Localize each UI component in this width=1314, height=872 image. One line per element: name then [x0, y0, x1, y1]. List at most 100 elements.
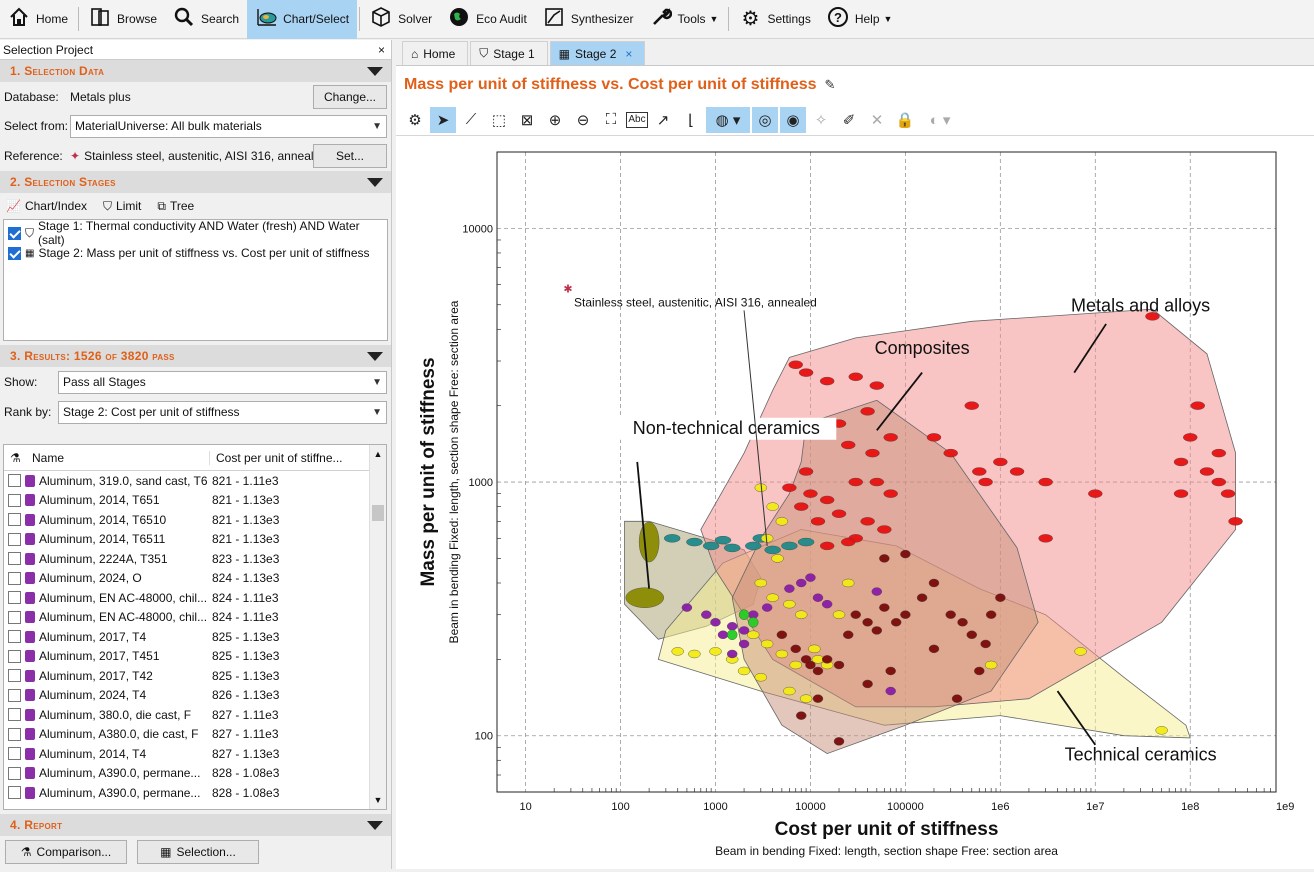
table-row[interactable]: Aluminum, 2014, T4 827 - 1.13e3	[4, 744, 386, 764]
row-checkbox[interactable]	[8, 786, 21, 800]
row-checkbox[interactable]	[8, 571, 21, 585]
tools-button[interactable]: Tools ▼	[642, 0, 727, 39]
limit-button[interactable]: ⛉ Limit	[103, 199, 141, 214]
row-checkbox[interactable]	[8, 552, 21, 566]
stage-item[interactable]: ⛉ Stage 1: Thermal conductivity AND Wate…	[8, 219, 383, 247]
eco-audit-button[interactable]: Eco Audit	[440, 0, 535, 39]
table-row[interactable]: Aluminum, EN AC-48000, chil... 824 - 1.11…	[4, 608, 386, 628]
search-button[interactable]: Search	[165, 0, 247, 39]
row-checkbox[interactable]	[8, 669, 21, 683]
collapse-icon[interactable]	[367, 351, 383, 361]
home-button[interactable]: Home	[0, 0, 76, 39]
label-add-icon[interactable]: ✧	[808, 107, 834, 133]
box-select-icon[interactable]: ⬚	[486, 107, 512, 133]
highlight-icon[interactable]: ◐ ▾	[920, 107, 960, 133]
row-checkbox[interactable]	[8, 708, 21, 722]
zoom-out-icon[interactable]: ⊖	[570, 107, 596, 133]
select-from-dropdown[interactable]: MaterialUniverse: All bulk materials ▼	[70, 114, 387, 138]
collapse-icon[interactable]	[367, 66, 383, 76]
table-row[interactable]: Aluminum, 319.0, sand cast, T6 821 - 1.11…	[4, 471, 386, 491]
section-selection-stages[interactable]: 2. Selection Stages	[0, 171, 391, 193]
hide-icon[interactable]: ◉	[780, 106, 806, 133]
bubble-icon[interactable]: ◎	[752, 106, 778, 133]
row-checkbox[interactable]	[8, 727, 21, 741]
solver-button[interactable]: Solver	[362, 0, 440, 39]
close-icon[interactable]: ×	[625, 47, 632, 61]
row-checkbox[interactable]	[8, 766, 21, 780]
chart-select-button[interactable]: Chart/Select	[247, 0, 358, 39]
line-select-icon[interactable]: ⟋	[458, 107, 484, 133]
chart-canvas[interactable]: 10 100 1000 10000 100000 1e6 1e7 1e8 1e9 100 1000 1…	[396, 136, 1314, 869]
table-row[interactable]: Aluminum, 2014, T6510 821 - 1.13e3	[4, 510, 386, 530]
chart-settings-icon[interactable]: ⚙	[402, 107, 428, 133]
results-scrollbar[interactable]: ▲ ▼	[369, 445, 386, 809]
row-checkbox[interactable]	[8, 591, 21, 605]
column-cost[interactable]: Cost per unit of stiffne...	[210, 451, 343, 465]
stage-checkbox[interactable]	[8, 226, 21, 240]
collapse-icon[interactable]	[367, 177, 383, 187]
table-row[interactable]: Aluminum, 2024, O 824 - 1.13e3	[4, 569, 386, 589]
row-checkbox[interactable]	[8, 688, 21, 702]
collapse-icon[interactable]	[367, 820, 383, 830]
material-name: Aluminum, 2017, T451	[39, 649, 160, 664]
row-checkbox[interactable]	[8, 474, 21, 488]
section-selection-data[interactable]: 1. Selection Data	[0, 60, 391, 82]
envelope-icon[interactable]: ◍ ▾	[706, 106, 750, 133]
row-checkbox[interactable]	[8, 493, 21, 507]
row-checkbox[interactable]	[8, 747, 21, 761]
help-button[interactable]: ? Help ▼	[819, 0, 901, 39]
table-row[interactable]: Aluminum, 2024, T4 826 - 1.13e3	[4, 686, 386, 706]
table-row[interactable]: Aluminum, 2017, T4 825 - 1.13e3	[4, 627, 386, 647]
curve-icon[interactable]: ⌊	[678, 107, 704, 133]
row-checkbox[interactable]	[8, 513, 21, 527]
chart-index-button[interactable]: 📈 Chart/Index	[6, 199, 87, 213]
zoom-fit-icon[interactable]: ⛶	[598, 107, 624, 133]
stage-checkbox[interactable]	[8, 246, 21, 260]
rank-dropdown[interactable]: Stage 2: Cost per unit of stiffness ▼	[58, 400, 387, 424]
scroll-thumb[interactable]	[372, 505, 384, 521]
column-name[interactable]: Name	[32, 450, 210, 465]
tab-stage-2[interactable]: ▦ Stage 2 ×	[549, 41, 646, 65]
table-row[interactable]: Aluminum, 2224A, T351 823 - 1.13e3	[4, 549, 386, 569]
comparison-button[interactable]: ⚗ Comparison...	[5, 840, 127, 864]
tab-home[interactable]: ⌂ Home	[402, 41, 469, 65]
selection-report-button[interactable]: ▦ Selection...	[137, 840, 259, 864]
change-button[interactable]: Change...	[313, 85, 387, 109]
row-checkbox[interactable]	[8, 649, 21, 663]
tab-stage-1[interactable]: ⛉ Stage 1	[470, 41, 548, 65]
table-row[interactable]: Aluminum, 2017, T451 825 - 1.13e3	[4, 647, 386, 667]
settings-button[interactable]: ⚙ Settings	[731, 0, 818, 39]
table-row[interactable]: Aluminum, EN AC-48000, chil... 824 - 1.11…	[4, 588, 386, 608]
show-dropdown[interactable]: Pass all Stages ▼	[58, 370, 387, 394]
section-results[interactable]: 3. Results: 1526 of 3820 pass	[0, 345, 391, 367]
stage-item[interactable]: ▦ Stage 2: Mass per unit of stiffness vs…	[8, 243, 383, 263]
tree-button[interactable]: ⧉ Tree	[157, 199, 194, 214]
label-edit-icon[interactable]: ✐	[836, 107, 862, 133]
table-row[interactable]: Aluminum, A390.0, permane... 828 - 1.08e3	[4, 783, 386, 803]
synthesizer-button[interactable]: Synthesizer	[535, 0, 642, 39]
scroll-up-icon[interactable]: ▲	[370, 449, 386, 459]
arrow-icon[interactable]: ↗	[650, 107, 676, 133]
table-row[interactable]: Aluminum, A380.0, die cast, F 827 - 1.11e…	[4, 725, 386, 745]
table-row[interactable]: Aluminum, 380.0, die cast, F 827 - 1.11e3	[4, 705, 386, 725]
row-checkbox[interactable]	[8, 610, 21, 624]
row-checkbox[interactable]	[8, 532, 21, 546]
edit-icon[interactable]: ✎	[825, 77, 836, 93]
browse-button[interactable]: Browse	[81, 0, 165, 39]
label-remove-icon[interactable]: ✕	[864, 107, 890, 133]
gradient-select-icon[interactable]: ⊠	[514, 107, 540, 133]
set-button[interactable]: Set...	[313, 143, 387, 168]
scroll-down-icon[interactable]: ▼	[370, 795, 386, 805]
table-row[interactable]: Aluminum, 2014, T651 821 - 1.13e3	[4, 491, 386, 511]
toolbar-divider	[359, 7, 361, 31]
table-row[interactable]: Aluminum, 2014, T6511 821 - 1.13e3	[4, 530, 386, 550]
pointer-icon[interactable]: ➤	[430, 106, 456, 133]
section-report[interactable]: 4. Report	[0, 814, 391, 836]
text-label-icon[interactable]: Abc	[626, 111, 648, 128]
table-row[interactable]: Aluminum, A390.0, permane... 828 - 1.08e3	[4, 764, 386, 784]
row-checkbox[interactable]	[8, 630, 21, 644]
close-icon[interactable]: ×	[378, 43, 385, 57]
zoom-in-icon[interactable]: ⊕	[542, 107, 568, 133]
label-lock-icon[interactable]: 🔒	[892, 107, 918, 133]
table-row[interactable]: Aluminum, 2017, T42 825 - 1.13e3	[4, 666, 386, 686]
